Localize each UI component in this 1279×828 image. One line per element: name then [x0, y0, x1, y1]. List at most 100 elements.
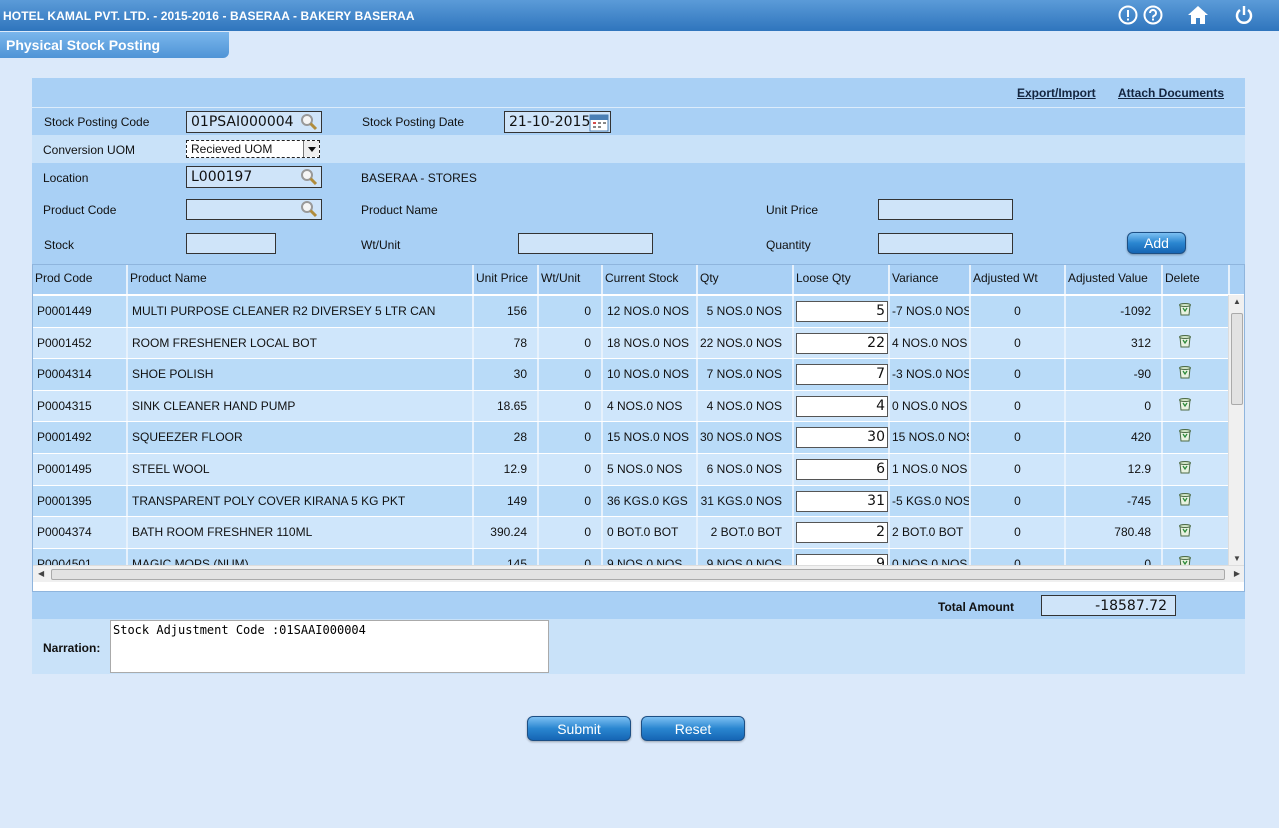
cell-wt-unit: 0	[539, 485, 603, 517]
cell-product-name: SQUEEZER FLOOR	[128, 422, 474, 453]
cell-loose-qty: 30	[794, 422, 890, 453]
help-icon[interactable]	[1142, 4, 1164, 26]
table-row[interactable]: P0001449 MULTI PURPOSE CLEANER R2 DIVERSE…	[33, 295, 1230, 327]
col-wt-unit[interactable]: Wt/Unit	[539, 265, 603, 294]
cell-variance: -3 NOS.0 NOS	[890, 359, 971, 390]
page-title-tab: Physical Stock Posting	[0, 32, 229, 58]
loose-qty-input[interactable]: 2	[796, 522, 888, 544]
cell-qty: 7 NOS.0 NOS	[698, 359, 794, 390]
attach-documents-link[interactable]: Attach Documents	[1118, 86, 1224, 100]
total-amount-label: Total Amount	[938, 600, 1014, 614]
col-current-stock[interactable]: Current Stock	[603, 265, 698, 294]
unit-price-field[interactable]	[878, 199, 1013, 220]
col-unit-price[interactable]: Unit Price	[474, 265, 539, 294]
cell-delete	[1163, 359, 1230, 390]
stock-field[interactable]	[186, 233, 276, 254]
cell-product-name: STEEL WOOL	[128, 453, 474, 485]
vertical-scroll-thumb[interactable]	[1231, 313, 1243, 405]
col-qty[interactable]: Qty	[698, 265, 794, 294]
reset-button[interactable]: Reset	[641, 716, 745, 741]
table-row[interactable]: P0004314 SHOE POLISH 30 0 10 NOS.0 NOS 7 NOS.…	[33, 358, 1230, 390]
cell-loose-qty: 6	[794, 453, 890, 485]
product-name-label: Product Name	[361, 203, 438, 217]
delete-icon[interactable]	[1177, 333, 1193, 352]
quantity-field[interactable]	[878, 233, 1013, 254]
info-icon[interactable]	[1117, 4, 1139, 26]
cell-variance: 0 NOS.0 NOS	[890, 390, 971, 422]
search-icon[interactable]	[298, 167, 320, 187]
cell-adjusted-wt: 0	[971, 359, 1066, 390]
cell-current-stock: 10 NOS.0 NOS	[603, 359, 698, 390]
calendar-icon[interactable]	[589, 112, 609, 135]
cell-qty: 5 NOS.0 NOS	[698, 296, 794, 327]
cell-prod-code: P0001495	[33, 453, 128, 485]
export-import-link[interactable]: Export/Import	[1017, 86, 1096, 100]
narration-textarea[interactable]	[110, 620, 549, 673]
delete-icon[interactable]	[1177, 491, 1193, 510]
col-adjusted-value[interactable]: Adjusted Value	[1066, 265, 1163, 294]
cell-adjusted-wt: 0	[971, 296, 1066, 327]
table-row[interactable]: P0004501 MAGIC MOPS (NUM) 145 0 9 NOS.0 NOS 9…	[33, 547, 1230, 565]
delete-icon[interactable]	[1177, 459, 1193, 478]
horizontal-scrollbar[interactable]: ◀ ▶	[33, 565, 1244, 582]
home-icon[interactable]	[1187, 4, 1209, 26]
scroll-right-icon[interactable]: ▶	[1234, 569, 1240, 578]
cell-adjusted-value: -1092	[1066, 296, 1163, 327]
add-button[interactable]: Add	[1127, 232, 1186, 254]
cell-variance: -5 KGS.0 NOS	[890, 485, 971, 517]
table-row[interactable]: P0001492 SQUEEZER FLOOR 28 0 15 NOS.0 NOS 30 …	[33, 421, 1230, 453]
delete-icon[interactable]	[1177, 396, 1193, 415]
loose-qty-input[interactable]: 7	[796, 364, 888, 386]
app-header: HOTEL KAMAL PVT. LTD. - 2015-2016 - BASE…	[0, 0, 1279, 31]
cell-prod-code: P0004314	[33, 359, 128, 390]
loose-qty-input[interactable]: 22	[796, 332, 888, 354]
col-delete[interactable]: Delete	[1163, 265, 1230, 294]
cell-adjusted-value: 312	[1066, 327, 1163, 359]
search-icon[interactable]	[298, 112, 320, 132]
loose-qty-input[interactable]: 31	[796, 490, 888, 512]
cell-unit-price: 12.9	[474, 453, 539, 485]
cell-adjusted-value: 420	[1066, 422, 1163, 453]
cell-current-stock: 15 NOS.0 NOS	[603, 422, 698, 453]
scroll-left-icon[interactable]: ◀	[38, 569, 44, 578]
col-loose-qty[interactable]: Loose Qty	[794, 265, 890, 294]
conversion-uom-select[interactable]: Recieved UOM	[186, 140, 320, 158]
cell-delete	[1163, 327, 1230, 359]
wt-unit-field[interactable]	[518, 233, 653, 254]
delete-icon[interactable]	[1177, 364, 1193, 383]
horizontal-scroll-thumb[interactable]	[51, 569, 1225, 580]
submit-button[interactable]: Submit	[527, 716, 631, 741]
power-icon[interactable]	[1233, 4, 1255, 26]
loose-qty-input[interactable]: 6	[796, 458, 888, 480]
search-icon[interactable]	[298, 199, 320, 219]
vertical-scrollbar[interactable]: ▲ ▼	[1228, 295, 1244, 565]
loose-qty-input[interactable]: 4	[796, 395, 888, 417]
delete-icon[interactable]	[1177, 554, 1193, 565]
table-row[interactable]: P0001495 STEEL WOOL 12.9 0 5 NOS.0 NOS 6 NOS.…	[33, 452, 1230, 485]
app-title: HOTEL KAMAL PVT. LTD. - 2015-2016 - BASE…	[3, 9, 415, 23]
scroll-up-icon[interactable]: ▲	[1233, 297, 1241, 306]
table-row[interactable]: P0001395 TRANSPARENT POLY COVER KIRANA 5 …	[33, 484, 1230, 517]
loose-qty-input[interactable]: 30	[796, 427, 888, 449]
table-row[interactable]: P0001452 ROOM FRESHENER LOCAL BOT 78 0 18 NO…	[33, 326, 1230, 359]
cell-wt-unit: 0	[539, 327, 603, 359]
delete-icon[interactable]	[1177, 427, 1193, 446]
delete-icon[interactable]	[1177, 301, 1193, 320]
delete-icon[interactable]	[1177, 522, 1193, 541]
cell-variance: 0 NOS.0 NOS	[890, 548, 971, 565]
table-row[interactable]: P0004315 SINK CLEANER HAND PUMP 18.65 0 4 NO…	[33, 389, 1230, 422]
cell-adjusted-wt: 0	[971, 327, 1066, 359]
loose-qty-input[interactable]: 9	[796, 553, 888, 565]
col-variance[interactable]: Variance	[890, 265, 971, 294]
scroll-down-icon[interactable]: ▼	[1233, 554, 1241, 563]
cell-loose-qty: 5	[794, 296, 890, 327]
cell-prod-code: P0004501	[33, 548, 128, 565]
cell-variance: 15 NOS.0 NOS	[890, 422, 971, 453]
col-adjusted-wt[interactable]: Adjusted Wt	[971, 265, 1066, 294]
cell-delete	[1163, 485, 1230, 517]
table-row[interactable]: P0004374 BATH ROOM FRESHNER 110ML 390.24 0 0…	[33, 516, 1230, 548]
col-product-name[interactable]: Product Name	[128, 265, 474, 294]
cell-qty: 30 NOS.0 NOS	[698, 422, 794, 453]
col-prod-code[interactable]: Prod Code	[33, 265, 128, 294]
loose-qty-input[interactable]: 5	[796, 301, 888, 322]
